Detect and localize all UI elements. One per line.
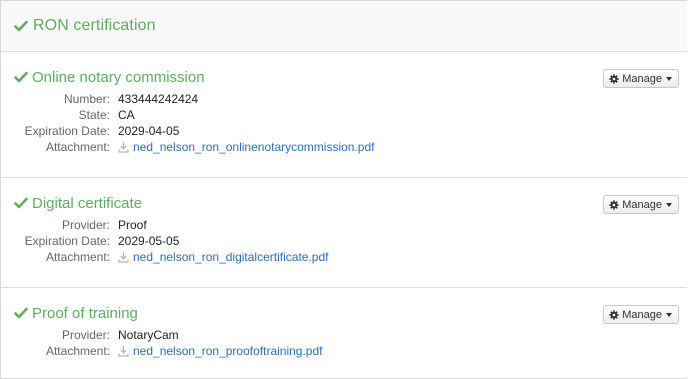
attachment-link[interactable]: ned_nelson_ron_proofoftraining.pdf	[118, 343, 322, 359]
manage-button[interactable]: Manage	[603, 69, 679, 88]
attachment-link[interactable]: ned_nelson_ron_digitalcertificate.pdf	[118, 249, 328, 265]
field-label: Attachment:	[45, 140, 110, 154]
chevron-down-icon	[666, 202, 672, 207]
attachment-link[interactable]: ned_nelson_ron_onlinenotarycommission.pd…	[118, 139, 375, 155]
section-proof-of-training: Proof of training Manage Provider: Notar…	[1, 288, 687, 378]
section-header: Digital certificate	[14, 192, 687, 214]
section-title: Proof of training	[32, 304, 138, 322]
field-label: Expiration Date:	[24, 124, 110, 138]
field-row: Provider: Proof	[14, 217, 687, 233]
download-icon	[118, 141, 129, 153]
field-row: State: CA	[14, 107, 687, 123]
manage-label: Manage	[622, 198, 662, 211]
field-label: Number:	[63, 92, 110, 106]
attachment-row: Attachment: ned_nelson_ron_digitalcertif…	[14, 249, 687, 265]
field-value: 2029-04-05	[118, 124, 180, 138]
field-value: 433444242424	[118, 92, 199, 106]
chevron-down-icon	[666, 312, 672, 317]
field-row: Number: 433444242424	[14, 91, 687, 107]
manage-label: Manage	[622, 308, 662, 321]
manage-button[interactable]: Manage	[603, 195, 679, 214]
attachment-filename: ned_nelson_ron_proofoftraining.pdf	[133, 344, 323, 358]
section-header: Proof of training	[14, 302, 687, 324]
manage-label: Manage	[622, 72, 662, 85]
manage-button[interactable]: Manage	[603, 305, 679, 324]
field-row: Expiration Date: 2029-04-05	[14, 123, 687, 139]
download-icon	[118, 251, 129, 263]
gear-icon	[609, 309, 619, 320]
field-label: Attachment:	[45, 344, 110, 358]
check-icon	[14, 306, 28, 320]
panel-header: RON certification	[1, 1, 687, 52]
section-header: Online notary commission	[14, 66, 687, 88]
field-value: 2029-05-05	[118, 234, 180, 248]
field-value: CA	[118, 108, 135, 122]
section-title: Digital certificate	[32, 194, 143, 212]
field-label: Provider:	[61, 328, 110, 342]
field-label: Attachment:	[45, 250, 110, 264]
section-online-notary-commission: Online notary commission Manage Number: …	[1, 52, 687, 178]
field-value: Proof	[118, 218, 147, 232]
gear-icon	[609, 73, 619, 84]
download-icon	[118, 345, 129, 357]
ron-certification-panel: RON certification Online notary commissi…	[0, 0, 687, 379]
field-value: NotaryCam	[118, 328, 179, 342]
check-icon	[14, 196, 28, 210]
field-row: Provider: NotaryCam	[14, 327, 687, 343]
check-icon	[14, 19, 28, 33]
attachment-row: Attachment: ned_nelson_ron_onlinenotaryc…	[14, 139, 687, 155]
check-icon	[14, 70, 28, 84]
chevron-down-icon	[666, 76, 672, 81]
page-title: RON certification	[33, 17, 156, 34]
section-title: Online notary commission	[32, 68, 205, 86]
field-label: State:	[78, 108, 110, 122]
field-row: Expiration Date: 2029-05-05	[14, 233, 687, 249]
attachment-filename: ned_nelson_ron_digitalcertificate.pdf	[133, 250, 329, 264]
section-digital-certificate: Digital certificate Manage Provider: Pro…	[1, 178, 687, 288]
attachment-filename: ned_nelson_ron_onlinenotarycommission.pd…	[133, 140, 375, 154]
gear-icon	[609, 199, 619, 210]
attachment-row: Attachment: ned_nelson_ron_proofoftraini…	[14, 343, 687, 359]
field-label: Provider:	[61, 218, 110, 232]
field-label: Expiration Date:	[24, 234, 110, 248]
